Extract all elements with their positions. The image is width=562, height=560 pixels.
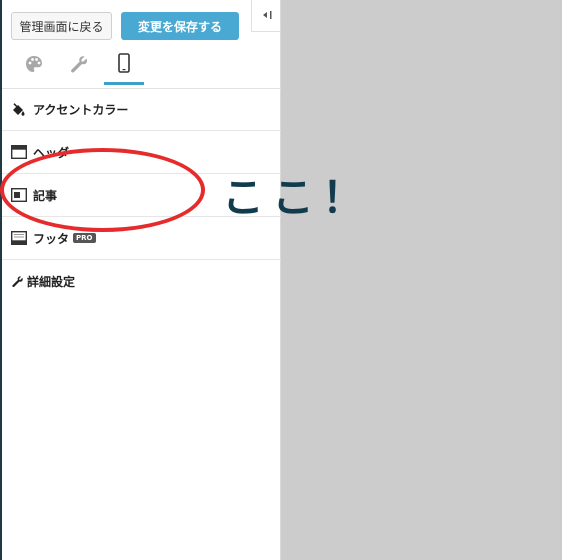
palette-icon	[24, 54, 44, 78]
back-to-admin-button[interactable]: 管理画面に戻る	[11, 12, 112, 40]
tab-settings[interactable]	[59, 48, 99, 84]
footer-layout-icon	[10, 230, 28, 246]
tab-mobile[interactable]	[104, 48, 144, 85]
menu-item-advanced[interactable]: 詳細設定	[0, 260, 281, 303]
customizer-panel: 管理画面に戻る 変更を保存する アクセントカラー ヘッダ 記事 フッタ PRO …	[0, 0, 281, 560]
left-edge-divider	[0, 0, 2, 560]
device-tabs	[0, 48, 281, 89]
mobile-icon	[117, 53, 131, 77]
pro-badge: PRO	[73, 233, 96, 243]
header-layout-icon	[10, 144, 28, 160]
save-changes-button[interactable]: 変更を保存する	[121, 12, 239, 40]
toolbar: 管理画面に戻る 変更を保存する	[0, 0, 281, 42]
wrench-icon	[11, 275, 24, 289]
menu-item-label: フッタ	[33, 231, 70, 246]
tab-design[interactable]	[14, 48, 54, 84]
highlight-circle	[0, 148, 205, 232]
collapse-left-icon	[262, 9, 272, 23]
collapse-panel-button[interactable]	[251, 0, 281, 32]
menu-item-label: アクセントカラー	[33, 102, 129, 117]
menu-item-label: 詳細設定	[27, 275, 76, 289]
paint-bucket-icon	[11, 102, 27, 116]
annotation-text: ここ！	[222, 173, 373, 222]
menu-item-accent-color[interactable]: アクセントカラー	[0, 88, 281, 131]
wrench-icon	[69, 54, 89, 78]
